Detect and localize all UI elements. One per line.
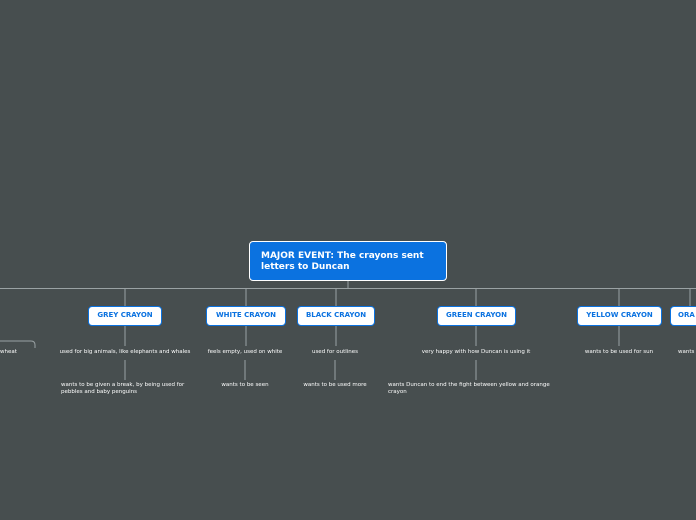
central-topic-label: MAJOR EVENT: The crayons sent letters to… (261, 251, 424, 272)
central-topic[interactable]: MAJOR EVENT: The crayons sent letters to… (249, 241, 447, 281)
topic-label: GREY CRAYON (97, 311, 153, 319)
partial-left-note: wheat (0, 349, 17, 355)
topic-label: ORA (678, 311, 695, 319)
topic-black-crayon[interactable]: BLACK CRAYON (297, 306, 375, 326)
topic-grey-crayon[interactable]: GREY CRAYON (88, 306, 162, 326)
topic-label: GREEN CRAYON (446, 311, 507, 319)
topic-orange-crayon[interactable]: ORA (670, 306, 696, 326)
yellow-note-1: wants to be used for sun (584, 349, 654, 355)
topic-label: WHITE CRAYON (215, 311, 277, 319)
topic-label: YELLOW CRAYON (586, 311, 653, 319)
white-note-2: wants to be seen (221, 382, 269, 388)
white-note-1: feels empty, used on white (207, 349, 283, 355)
green-note-2: wants Duncan to end the fight between ye… (388, 382, 550, 395)
green-note-1: very happy with how Duncan is using it (421, 349, 531, 355)
topic-label: BLACK CRAYON (305, 311, 367, 319)
black-note-1: used for outlines (311, 349, 359, 355)
grey-note-2: wants to be given a break, by being used… (61, 382, 185, 395)
topic-white-crayon[interactable]: WHITE CRAYON (206, 306, 286, 326)
topic-green-crayon[interactable]: GREEN CRAYON (437, 306, 516, 326)
black-note-2: wants to be used more (303, 382, 367, 388)
orange-note-1: wants (678, 349, 695, 355)
topic-yellow-crayon[interactable]: YELLOW CRAYON (577, 306, 662, 326)
grey-note-1: used for big animals, like elephants and… (59, 349, 191, 355)
